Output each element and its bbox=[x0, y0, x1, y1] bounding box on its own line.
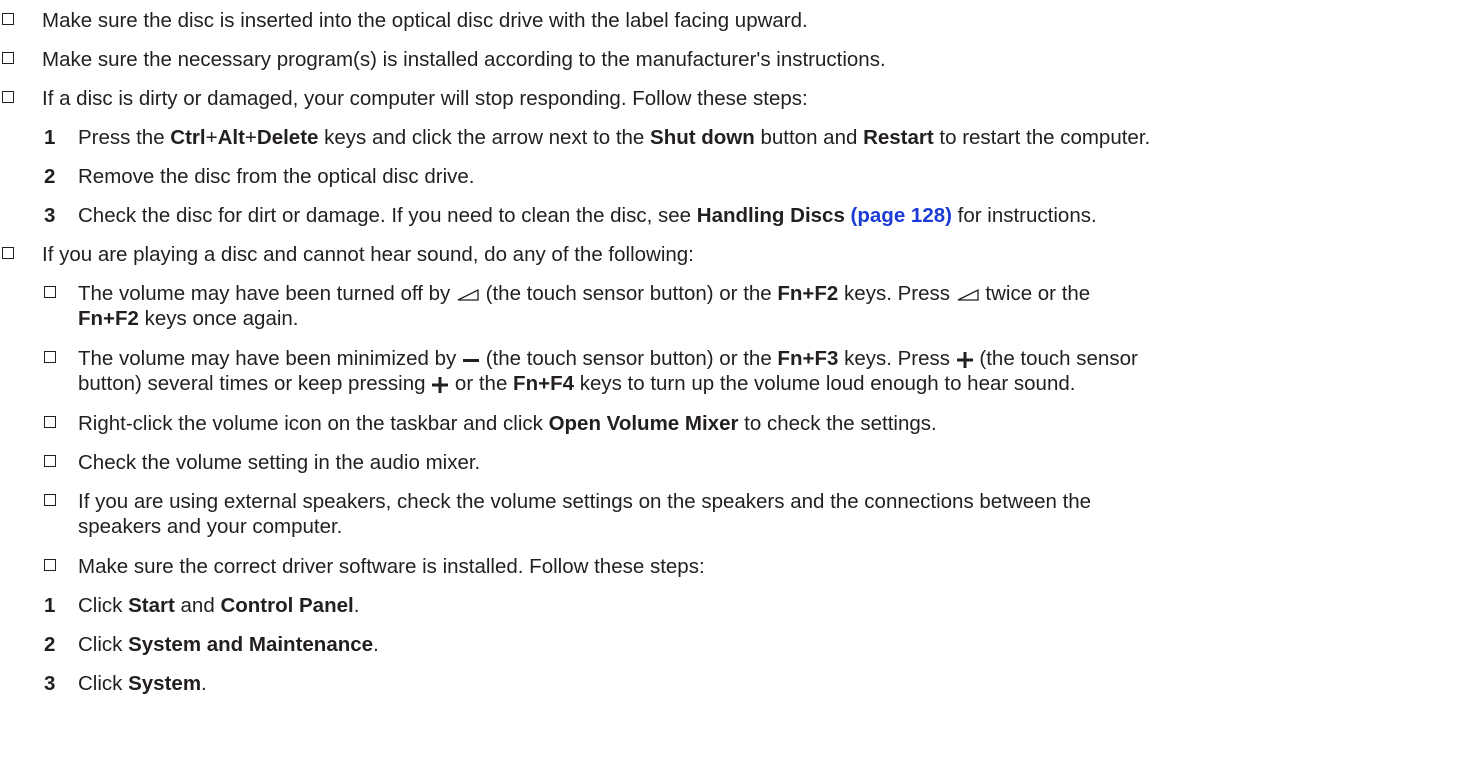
step-text: Click System and Maintenance. bbox=[78, 633, 379, 656]
checkbox-icon bbox=[44, 286, 56, 298]
item-text: Right-click the volume icon on the taskb… bbox=[78, 412, 937, 435]
item-text: Make sure the necessary program(s) is in… bbox=[42, 48, 886, 71]
mute-icon bbox=[957, 288, 979, 301]
step-number: 2 bbox=[44, 165, 56, 188]
step-number: 1 bbox=[44, 594, 56, 617]
checkbox-icon bbox=[2, 13, 14, 25]
item-text: If you are using external speakers, chec… bbox=[78, 490, 1092, 538]
item-text: Check the volume setting in the audio mi… bbox=[78, 451, 481, 474]
checkbox-icon bbox=[44, 416, 56, 428]
step-text: Check the disc for dirt or damage. If yo… bbox=[78, 204, 1097, 227]
checkbox-icon bbox=[2, 52, 14, 64]
step-number: 3 bbox=[44, 672, 56, 695]
checkbox-icon bbox=[2, 91, 14, 103]
minus-icon bbox=[463, 358, 479, 362]
checkbox-icon bbox=[44, 494, 56, 506]
checkbox-icon bbox=[44, 559, 56, 571]
plus-icon bbox=[956, 351, 973, 368]
step-number: 2 bbox=[44, 633, 56, 656]
step-number: 1 bbox=[44, 126, 56, 149]
step-text: Click System. bbox=[78, 672, 207, 695]
checkbox-icon bbox=[44, 351, 56, 363]
step-text: Click Start and Control Panel. bbox=[78, 594, 360, 617]
page-link[interactable]: (page 128) bbox=[845, 204, 952, 227]
checkbox-icon bbox=[2, 247, 14, 259]
step-number: 3 bbox=[44, 204, 56, 227]
item-text: If a disc is dirty or damaged, your comp… bbox=[42, 87, 808, 110]
item-text: The volume may have been turned off by (… bbox=[78, 282, 1091, 330]
item-text: Make sure the correct driver software is… bbox=[78, 555, 705, 578]
item-text: If you are playing a disc and cannot hea… bbox=[42, 243, 694, 266]
item-text: Make sure the disc is inserted into the … bbox=[42, 9, 808, 32]
item-text: The volume may have been minimized by (t… bbox=[78, 347, 1138, 395]
checkbox-icon bbox=[44, 455, 56, 467]
step-text: Remove the disc from the optical disc dr… bbox=[78, 165, 475, 188]
mute-icon bbox=[457, 288, 479, 301]
document-page: Make sure the disc is inserted into the … bbox=[0, 0, 1465, 777]
plus-icon bbox=[432, 376, 449, 393]
step-text: Press the Ctrl+Alt+Delete keys and click… bbox=[78, 126, 1151, 149]
